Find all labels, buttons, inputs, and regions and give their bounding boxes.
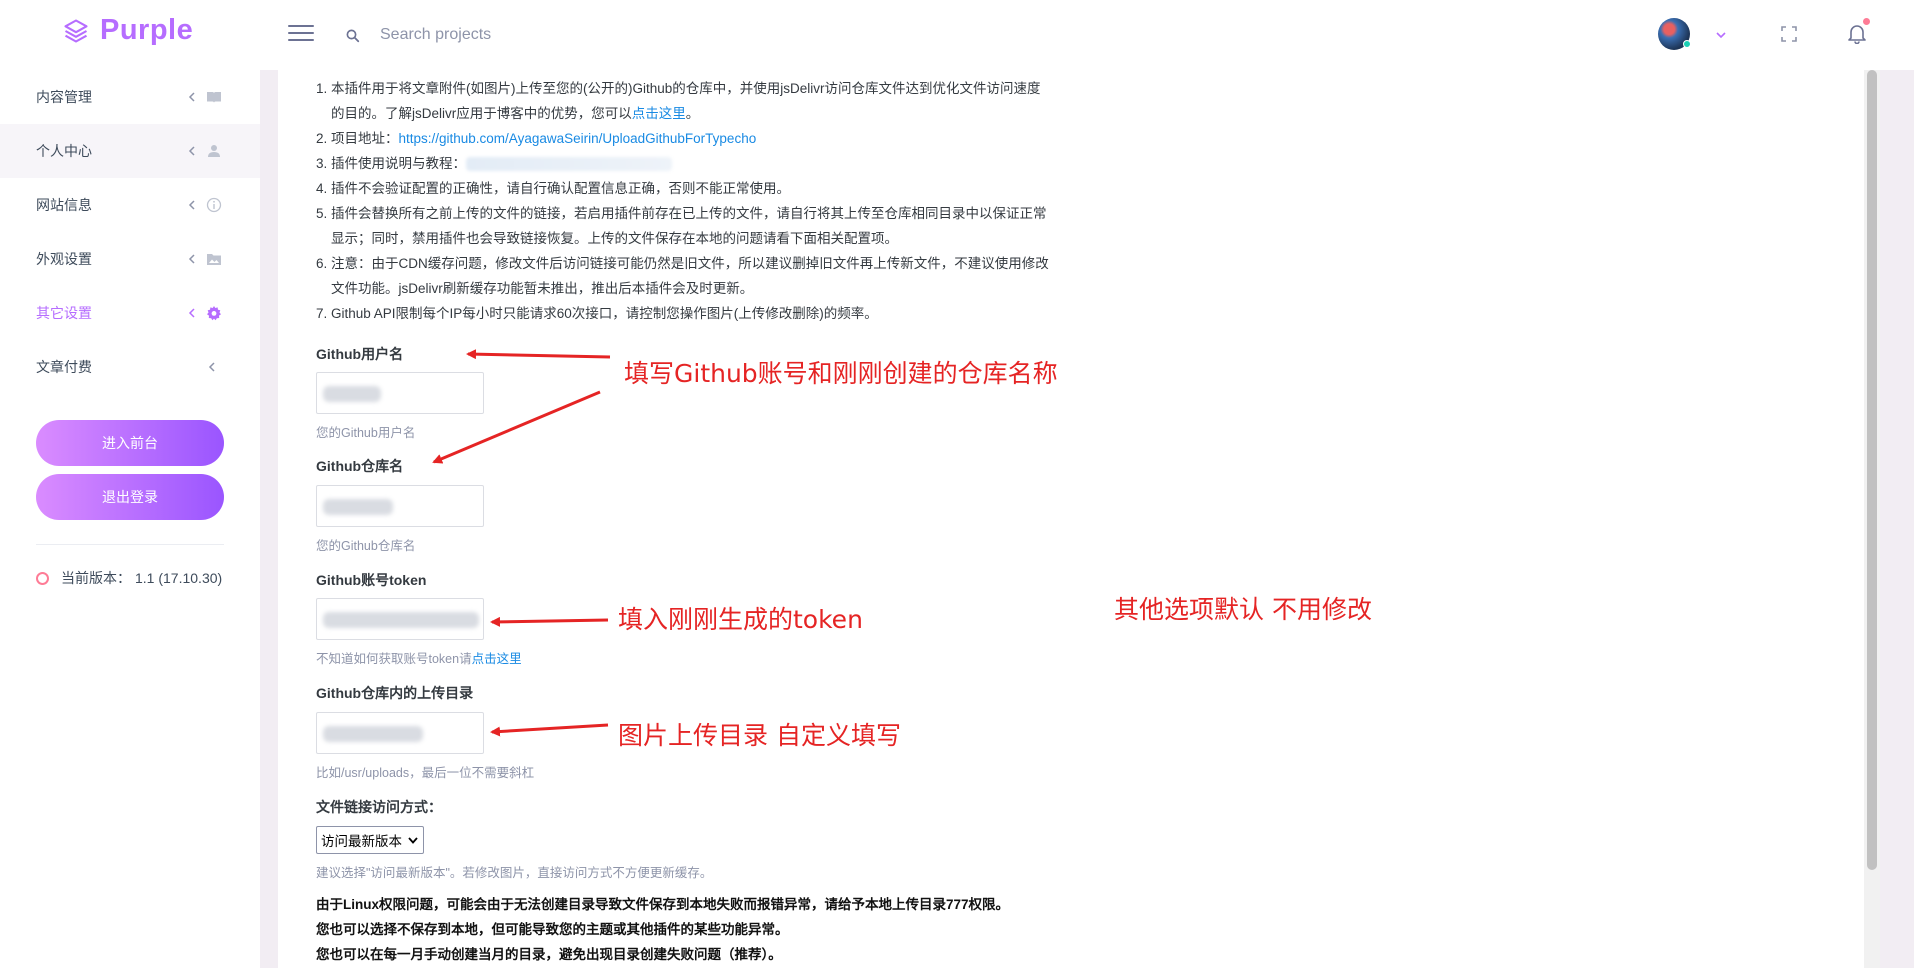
chevron-down-icon <box>408 837 418 844</box>
note-text: 项目地址： <box>331 131 399 146</box>
annotation-account-repo: 填写Github账号和刚刚创建的仓库名称 <box>624 359 1058 388</box>
arrow-to-directory <box>490 723 609 737</box>
github-token-hint: 不知道如何获取账号token请点击这里 <box>316 652 522 666</box>
chevron-left-icon <box>188 146 195 156</box>
scrollbar-thumb[interactable] <box>1867 70 1877 870</box>
github-username-hint: 您的Github用户名 <box>316 426 416 440</box>
online-status-dot <box>1683 40 1691 48</box>
sidebar-item-content[interactable]: 内容管理 <box>0 70 260 124</box>
version-label: 当前版本： <box>61 570 131 586</box>
warning-line: 您也可以在每一月手动创建当月的目录，避免出现目录创建失败问题（推荐）。 <box>316 947 782 962</box>
top-navbar: Purple <box>0 0 1914 70</box>
note-item: 6. 注意：由于CDN缓存问题，修改文件后访问链接可能仍然是旧文件，所以建议删掉… <box>316 251 1116 301</box>
upload-dir-input[interactable] <box>316 712 484 754</box>
note-text: 显示；同时，禁用插件也会导致链接恢复。上传的文件保存在本地的问题请看下面相关配置… <box>331 231 898 246</box>
info-icon <box>206 197 222 213</box>
github-username-label: Github用户名 <box>316 346 404 362</box>
note-text: 插件会替换所有之前上传的文件的链接，若启用插件前存在已上传的文件，请自行将其上传… <box>331 206 1047 221</box>
sidebar-item-paid-articles[interactable]: 文章付费 <box>0 340 260 394</box>
sidebar-item-other-settings[interactable]: 其它设置 <box>0 286 260 340</box>
image-icon <box>207 254 221 265</box>
annotation-token: 填入刚刚生成的token <box>618 605 863 634</box>
note-item: 2. 项目地址：https://github.com/AyagawaSeirin… <box>316 131 757 146</box>
github-repo-input[interactable] <box>316 485 484 527</box>
access-method-hint: 建议选择"访问最新版本"。若修改图片，直接访问方式不方便更新缓存。 <box>316 866 713 880</box>
version-value: 1.1 (17.10.30) <box>135 570 223 586</box>
sidebar-item-site-info[interactable]: 网站信息 <box>0 178 260 232</box>
brand[interactable]: Purple <box>62 14 193 47</box>
layers-icon <box>64 18 88 43</box>
book-icon <box>207 92 221 103</box>
token-help-link[interactable]: 点击这里 <box>472 652 522 666</box>
sidebar-item-label: 个人中心 <box>36 143 92 159</box>
chevron-left-icon <box>188 92 195 102</box>
access-method-label: 文件链接访问方式： <box>316 799 442 815</box>
redacted-tutorial-link[interactable] <box>466 157 672 172</box>
github-token-label: Github账号token <box>316 572 427 588</box>
sidebar-item-label: 文章付费 <box>36 359 92 375</box>
chevron-left-icon <box>188 254 195 264</box>
upload-dir-hint: 比如/usr/uploads，最后一位不需要斜杠 <box>316 766 535 780</box>
sidebar-item-appearance[interactable]: 外观设置 <box>0 232 260 286</box>
user-icon <box>208 145 220 157</box>
sidebar-item-label: 外观设置 <box>36 251 92 267</box>
logout-button[interactable]: 退出登录 <box>36 474 224 520</box>
note-text: 插件不会验证配置的正确性，请自行确认配置信息正确，否则不能正常使用。 <box>331 181 790 196</box>
main-content: 1. 本插件用于将文章附件(如图片)上传至您的(公开的)Github的仓库中，并… <box>278 70 1880 968</box>
fullscreen-icon[interactable] <box>1780 25 1798 43</box>
linux-permission-warning: 由于Linux权限问题，可能会由于无法创建目录导致文件保存到本地失败而报错异常，… <box>316 892 1009 967</box>
note-text: 文件功能。jsDelivr刷新缓存功能暂未推出，推出后本插件会及时更新。 <box>331 281 754 296</box>
sidebar-item-profile[interactable]: 个人中心 <box>0 124 260 178</box>
warning-line: 由于Linux权限问题，可能会由于无法创建目录导致文件保存到本地失败而报错异常，… <box>316 897 1010 912</box>
sidebar-item-label: 网站信息 <box>36 197 92 213</box>
note-text: Github API限制每个IP每小时只能请求60次接口，请控制您操作图片(上传… <box>331 306 878 321</box>
version-info: 当前版本： 1.1 (17.10.30) <box>36 568 222 588</box>
access-method-select[interactable]: 访问最新版本 <box>316 826 424 854</box>
sidebar-item-label: 其它设置 <box>36 305 92 321</box>
github-repo-label: Github仓库名 <box>316 458 404 474</box>
access-method-selected: 访问最新版本 <box>321 834 402 849</box>
jsdelivr-info-link[interactable]: 点击这里 <box>632 106 686 121</box>
enter-frontend-button[interactable]: 进入前台 <box>36 420 224 466</box>
gear-icon <box>207 306 221 321</box>
brand-name: Purple <box>100 14 194 46</box>
version-status-icon <box>36 571 49 585</box>
note-item: 7. Github API限制每个IP每小时只能请求60次接口，请控制您操作图片… <box>316 301 1116 326</box>
chevron-down-icon[interactable] <box>1714 28 1728 42</box>
notification-dot <box>1863 18 1870 25</box>
note-text: 插件使用说明与教程： <box>331 156 466 171</box>
plugin-notes-list: 1. 本插件用于将文章附件(如图片)上传至您的(公开的)Github的仓库中，并… <box>316 76 1116 326</box>
warning-line: 您也可以选择不保存到本地，但可能导致您的主题或其他插件的某些功能异常。 <box>316 922 789 937</box>
note-item: 3. 插件使用说明与教程： <box>316 151 1116 176</box>
page-scrollbar[interactable] <box>1864 70 1880 968</box>
chevron-left-icon <box>188 200 195 210</box>
upload-dir-label: Github仓库内的上传目录 <box>316 685 474 701</box>
chevron-left-icon <box>188 308 195 318</box>
chevron-left-icon <box>208 362 215 372</box>
arrow-to-username <box>466 349 611 360</box>
sidebar-item-label: 内容管理 <box>36 89 92 105</box>
search-input[interactable] <box>380 20 680 50</box>
project-repo-link[interactable]: https://github.com/AyagawaSeirin/UploadG… <box>399 131 757 146</box>
sidebar-divider <box>36 544 224 545</box>
note-text: 的目的。了解jsDelivr应用于博客中的优势，您可以 <box>331 106 632 121</box>
note-text: 本插件用于将文章附件(如图片)上传至您的(公开的)Github的仓库中，并使用j… <box>331 81 1041 96</box>
note-item: 1. 本插件用于将文章附件(如图片)上传至您的(公开的)Github的仓库中，并… <box>316 76 1116 126</box>
github-repo-hint: 您的Github仓库名 <box>316 539 416 553</box>
sidebar: 内容管理 个人中心 网站信息 外观设置 其它设置 文章付费 进入前台 退出登录 … <box>0 70 260 968</box>
github-token-input[interactable] <box>316 598 484 640</box>
note-item: 4. 插件不会验证配置的正确性，请自行确认配置信息正确，否则不能正常使用。 <box>316 176 1116 201</box>
annotation-directory: 图片上传目录 自定义填写 <box>618 721 901 750</box>
note-text: 注意：由于CDN缓存问题，修改文件后访问链接可能仍然是旧文件，所以建议删掉旧文件… <box>331 256 1049 271</box>
github-username-input[interactable] <box>316 372 484 414</box>
menu-icon[interactable] <box>288 25 314 45</box>
annotation-other-options: 其他选项默认 不用修改 <box>1114 595 1372 624</box>
note-item: 5. 插件会替换所有之前上传的文件的链接，若启用插件前存在已上传的文件，请自行将… <box>316 201 1116 251</box>
search-icon <box>346 29 360 43</box>
arrow-to-token <box>490 616 609 627</box>
bell-icon[interactable] <box>1846 22 1868 44</box>
